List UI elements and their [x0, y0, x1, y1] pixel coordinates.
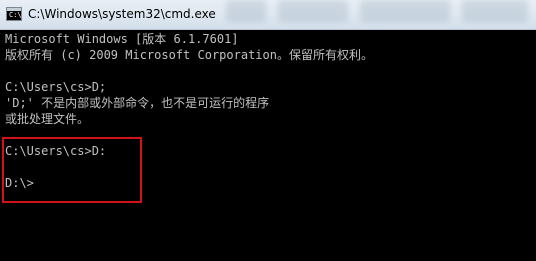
blurred-background-text — [462, 0, 528, 22]
blurred-background-text — [278, 0, 348, 22]
cmd-icon[interactable]: C:\ — [6, 7, 22, 21]
console-output[interactable]: Microsoft Windows [版本 6.1.7601] 版权所有 (c)… — [0, 30, 536, 261]
highlight-annotation-box — [2, 137, 142, 203]
window-title: C:\Windows\system32\cmd.exe — [28, 7, 216, 21]
title-bar[interactable]: C:\ C:\Windows\system32\cmd.exe — [0, 0, 536, 30]
blurred-background-text — [226, 0, 266, 22]
console-line-error-message-continued: 或批处理文件。 — [5, 112, 90, 126]
console-line-command-error: C:\Users\cs>D; — [5, 80, 107, 94]
blurred-background-text — [360, 0, 450, 22]
cmd-window: C:\ C:\Windows\system32\cmd.exe Microsof… — [0, 0, 536, 261]
console-line-error-message: 'D;' 不是内部或外部命令，也不是可运行的程序 — [5, 96, 270, 110]
console-line-version: Microsoft Windows [版本 6.1.7601] — [5, 32, 239, 46]
console-line-copyright: 版权所有 (c) 2009 Microsoft Corporation。保留所有… — [5, 48, 373, 62]
